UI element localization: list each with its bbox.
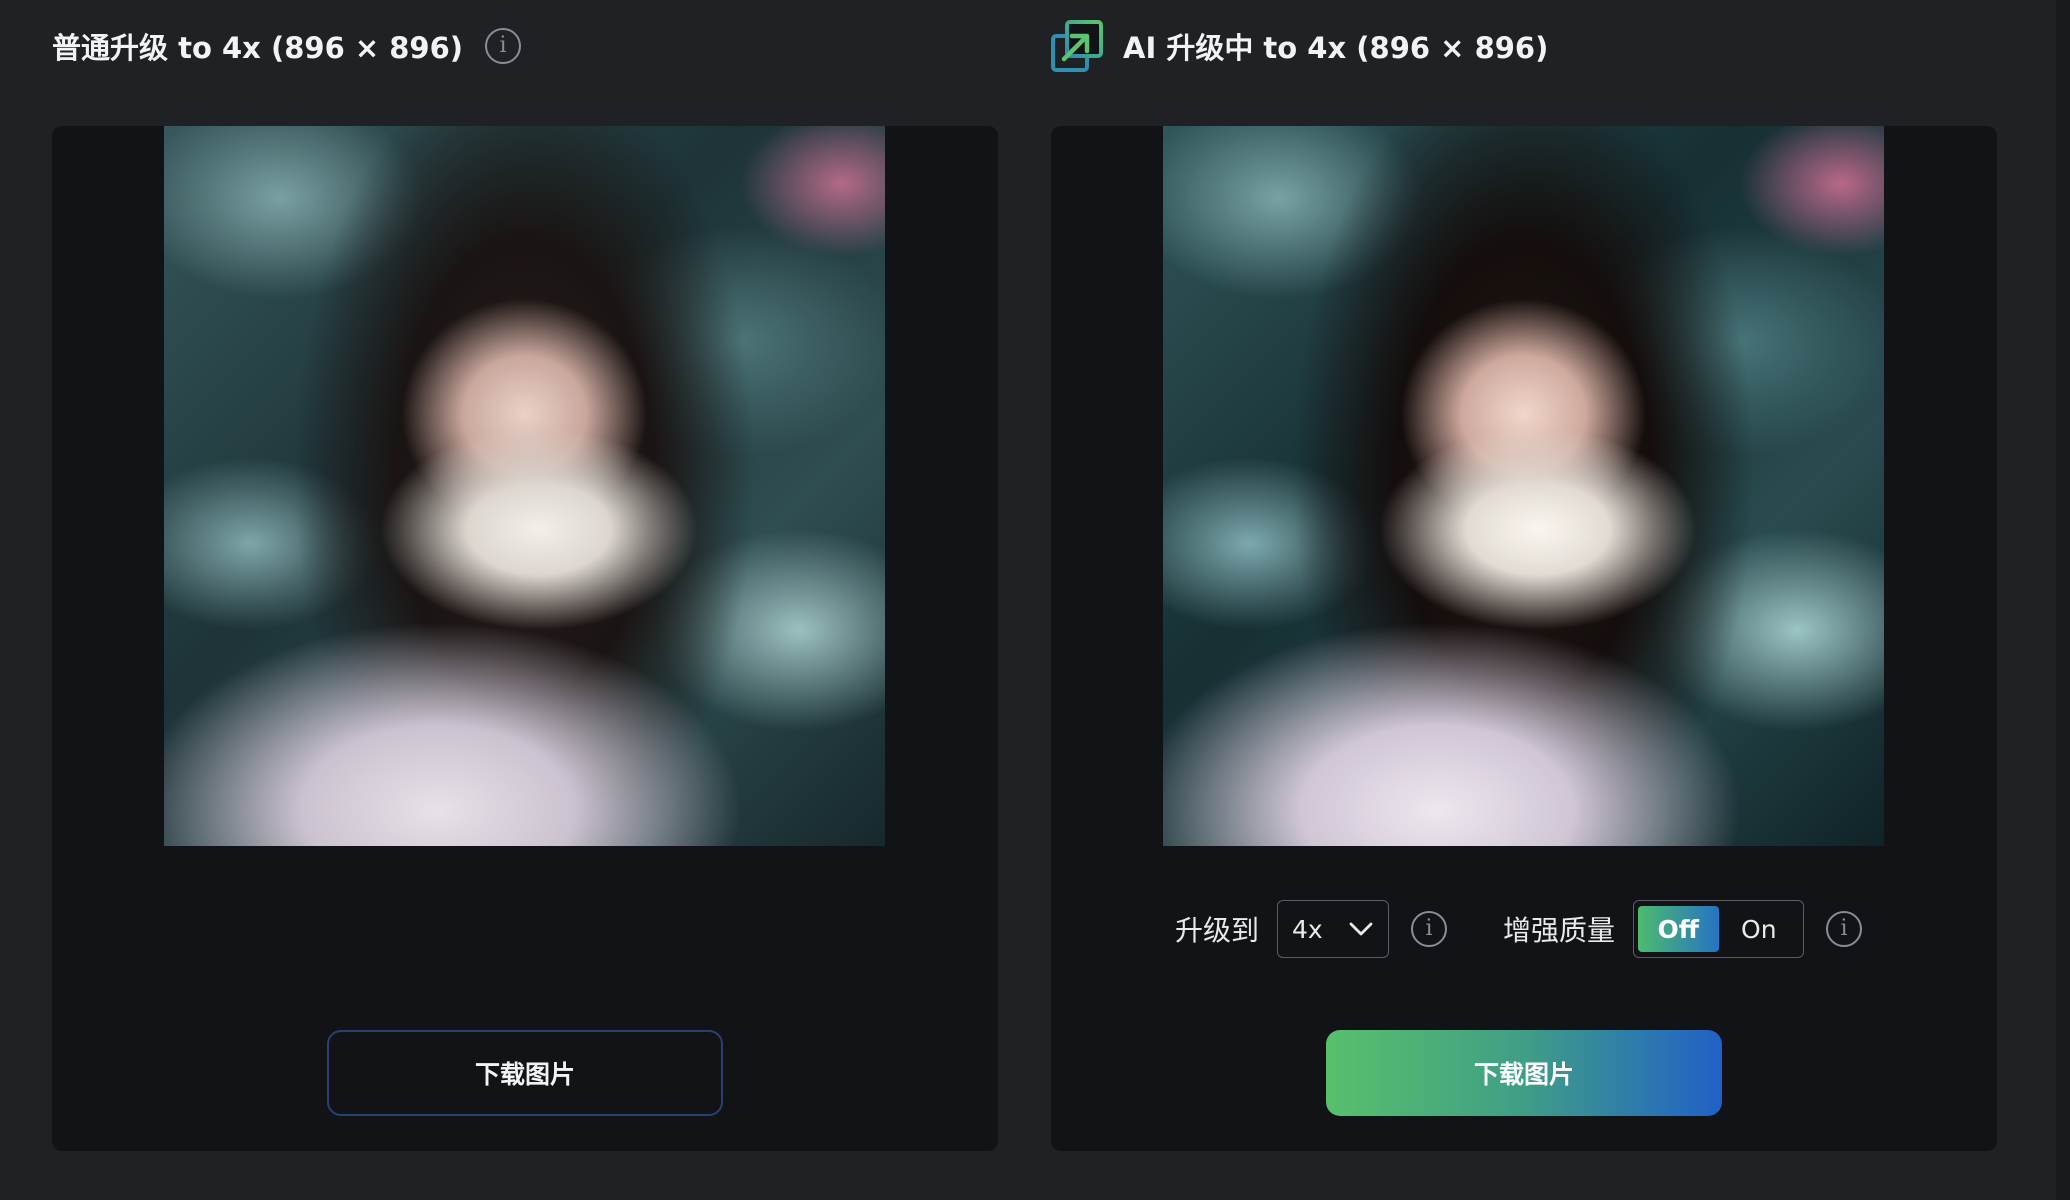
enhance-quality-label: 增强质量 [1503, 914, 1616, 947]
standard-upscale-title: 普通升级 to 4x (896 × 896) [52, 31, 464, 65]
upscale-to-label: 升级到 [1175, 914, 1260, 947]
toggle-off-option[interactable]: Off [1638, 906, 1719, 952]
ai-upscale-logo-icon [1051, 19, 1103, 72]
standard-upscale-header: 普通升级 to 4x (896 × 896) i [52, 20, 522, 72]
ai-upscale-controls: 升级到 4x i 增强质量 Off On i [1175, 900, 1863, 958]
upscale-factor-value: 4x [1292, 914, 1323, 944]
upscale-factor-select[interactable]: 4x [1277, 900, 1390, 958]
ai-upscale-title: AI 升级中 to 4x (896 × 896) [1123, 31, 1549, 65]
ai-upscale-preview-image [1163, 126, 1884, 846]
chevron-down-icon [1349, 922, 1373, 936]
download-button-standard[interactable]: 下载图片 [327, 1030, 723, 1116]
upscale-info-icon[interactable]: i [1411, 911, 1448, 947]
ai-upscale-header: AI 升级中 to 4x (896 × 896) [1050, 19, 1549, 72]
toggle-on-option[interactable]: On [1719, 906, 1800, 952]
enhance-quality-info-icon[interactable]: i [1826, 911, 1863, 947]
enhance-quality-toggle[interactable]: Off On [1633, 900, 1805, 958]
info-icon[interactable]: i [485, 28, 522, 64]
right-edge-strip [2056, 0, 2070, 1200]
ai-upscale-panel: 升级到 4x i 增强质量 Off On i 下载图片 [1051, 126, 1997, 1151]
standard-upscale-panel: 下载图片 [52, 126, 998, 1151]
download-button-ai[interactable]: 下载图片 [1326, 1030, 1722, 1116]
standard-upscale-preview-image [164, 126, 885, 846]
